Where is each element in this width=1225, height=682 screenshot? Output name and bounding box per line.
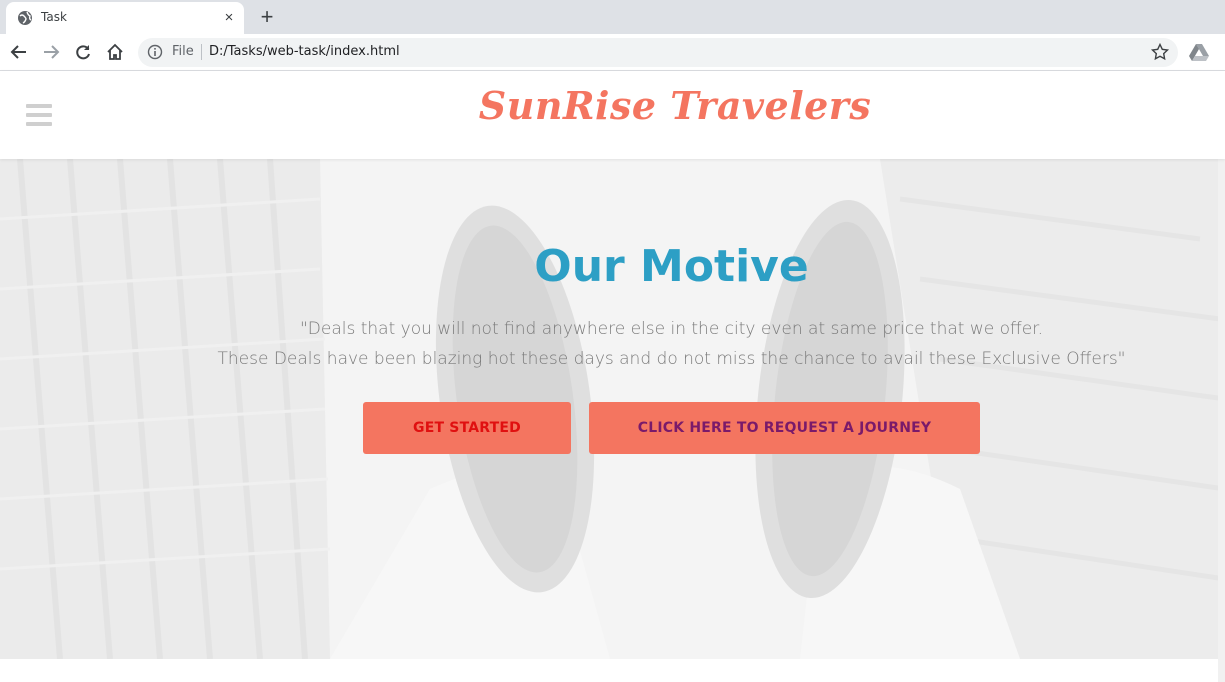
url-text[interactable]: D:/Tasks/web-task/index.html xyxy=(209,44,400,59)
tab-strip: Task × + xyxy=(0,0,1225,34)
reload-icon[interactable] xyxy=(71,40,95,64)
address-separator xyxy=(201,44,202,60)
globe-icon xyxy=(18,11,32,25)
site-header: SunRise Travelers xyxy=(0,71,1225,159)
back-arrow-icon[interactable] xyxy=(7,40,31,64)
page-scrollbar[interactable] xyxy=(1218,71,1225,682)
star-icon[interactable] xyxy=(1150,42,1170,62)
scheme-label: File xyxy=(172,44,194,59)
get-started-button[interactable]: GET STARTED xyxy=(363,402,571,454)
hamburger-icon[interactable] xyxy=(26,104,52,126)
hero-title: Our Motive xyxy=(534,241,809,292)
forward-arrow-icon[interactable] xyxy=(39,40,63,64)
web-page: SunRise Travelers Our Motive "Deals that… xyxy=(0,71,1225,682)
site-brand[interactable]: SunRise Travelers xyxy=(470,83,880,128)
hero-description: "Deals that you will not find anywhere e… xyxy=(0,314,1225,374)
hero-line-2: These Deals have been blazing hot these … xyxy=(217,349,1126,369)
browser-toolbar: File D:/Tasks/web-task/index.html xyxy=(0,34,1225,71)
browser-tab[interactable]: Task × xyxy=(6,2,244,34)
tab-title: Task xyxy=(41,10,67,24)
drive-icon[interactable] xyxy=(1188,42,1210,62)
hero-line-1: "Deals that you will not find anywhere e… xyxy=(299,319,1044,339)
close-icon[interactable]: × xyxy=(220,9,238,27)
hero-section: Our Motive "Deals that you will not find… xyxy=(0,159,1225,659)
address-bar[interactable]: File D:/Tasks/web-task/index.html xyxy=(138,38,1178,67)
plus-icon[interactable]: + xyxy=(256,6,278,28)
home-icon[interactable] xyxy=(103,40,127,64)
info-icon[interactable] xyxy=(147,44,163,60)
request-journey-button[interactable]: CLICK HERE TO REQUEST A JOURNEY xyxy=(589,402,980,454)
